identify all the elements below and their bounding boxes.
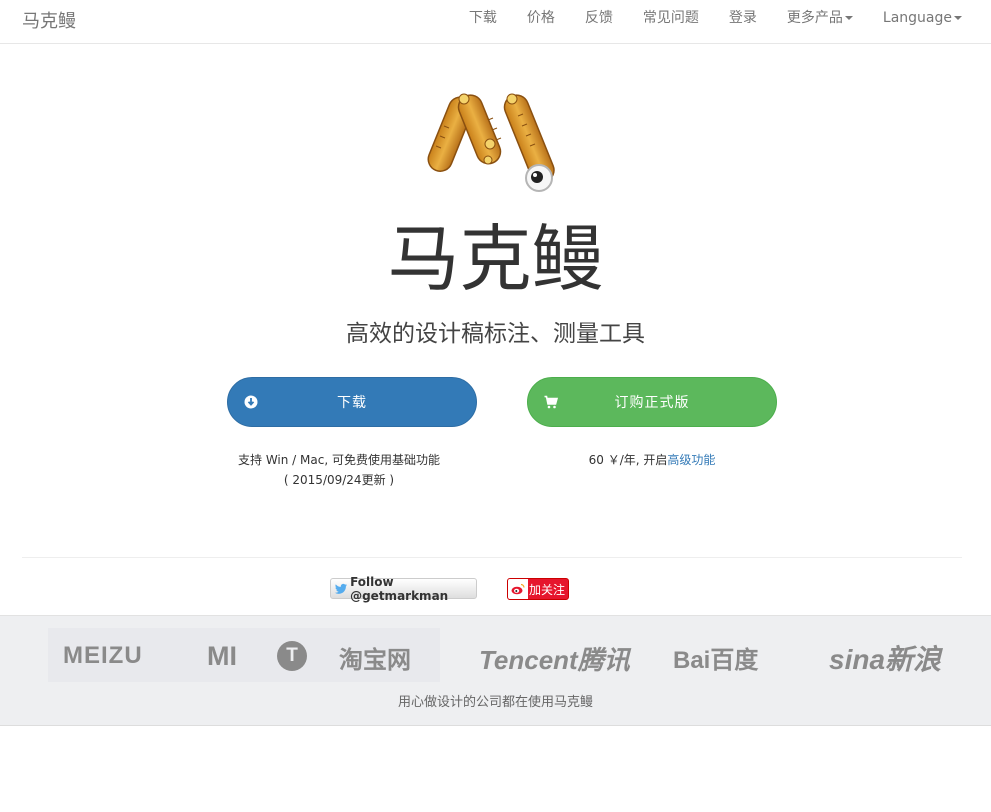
twitter-bird-icon: [335, 583, 348, 594]
download-button-label: 下载: [337, 395, 367, 411]
client-logo-meizu: MEIZU: [63, 642, 143, 669]
download-button[interactable]: 下载: [227, 377, 477, 427]
clients-caption: 用心做设计的公司都在使用马克鳗: [397, 695, 593, 710]
nav-pricing[interactable]: 价格: [512, 10, 570, 26]
navbar: 马克鳗 下载 价格 反馈 常见问题 登录 更多产品 Language: [0, 0, 991, 44]
buy-button[interactable]: 订购正式版: [527, 377, 777, 427]
nav-language[interactable]: Language: [868, 10, 962, 26]
client-logo-sina: sina新浪: [829, 644, 942, 675]
buy-button-label: 订购正式版: [614, 395, 690, 411]
client-logo-taobao: 淘宝网: [339, 647, 411, 674]
chevron-down-icon: [954, 16, 962, 20]
twitter-follow-label: Follow @getmarkman: [350, 574, 449, 603]
weibo-follow-button[interactable]: 加关注: [507, 578, 569, 600]
download-note-line2: ( 2015/09/24更新 ): [283, 473, 395, 487]
nav-feedback[interactable]: 反馈: [570, 10, 628, 26]
client-logo-mi: MI: [207, 641, 237, 671]
buy-note: 60 ￥/年, 开启高级功能: [527, 450, 777, 470]
nav-login[interactable]: 登录: [714, 10, 772, 26]
clients-section: MEIZU MI T 淘宝网 Tencent腾讯 Bai百度 sina新浪 用心…: [0, 615, 991, 726]
markman-logo-icon: [427, 93, 555, 192]
client-logo-baidu: Bai百度: [673, 647, 759, 674]
nav-menu: 下载 价格 反馈 常见问题 登录 更多产品 Language: [454, 10, 962, 26]
weibo-follow-label: 加关注: [529, 582, 566, 597]
page-title: 马克鳗: [387, 217, 604, 301]
nav-language-label: Language: [882, 10, 952, 26]
nav-faq[interactable]: 常见问题: [628, 10, 714, 26]
client-logo-t: T: [277, 641, 307, 671]
cart-icon: [544, 395, 558, 409]
download-note-line1: 支持 Win / Mac, 可免费使用基础功能: [238, 453, 440, 467]
download-note: 支持 Win / Mac, 可免费使用基础功能 ( 2015/09/24更新 ): [227, 450, 451, 490]
chevron-down-icon: [844, 16, 853, 20]
advanced-features-link[interactable]: 高级功能: [667, 453, 715, 467]
page-subtitle: 高效的设计稿标注、测量工具: [346, 321, 645, 347]
nav-more-products[interactable]: 更多产品: [772, 10, 868, 26]
weibo-icon: [508, 579, 528, 599]
download-icon: [244, 395, 258, 409]
divider: [22, 557, 962, 558]
twitter-follow-button[interactable]: Follow @getmarkman: [330, 575, 477, 603]
nav-download[interactable]: 下载: [454, 10, 512, 26]
buy-note-text: 60 ￥/年, 开启: [588, 453, 668, 467]
brand-link[interactable]: 马克鳗: [22, 7, 76, 33]
client-logo-tencent: Tencent腾讯: [479, 645, 630, 675]
nav-more-products-label: 更多产品: [786, 10, 843, 26]
